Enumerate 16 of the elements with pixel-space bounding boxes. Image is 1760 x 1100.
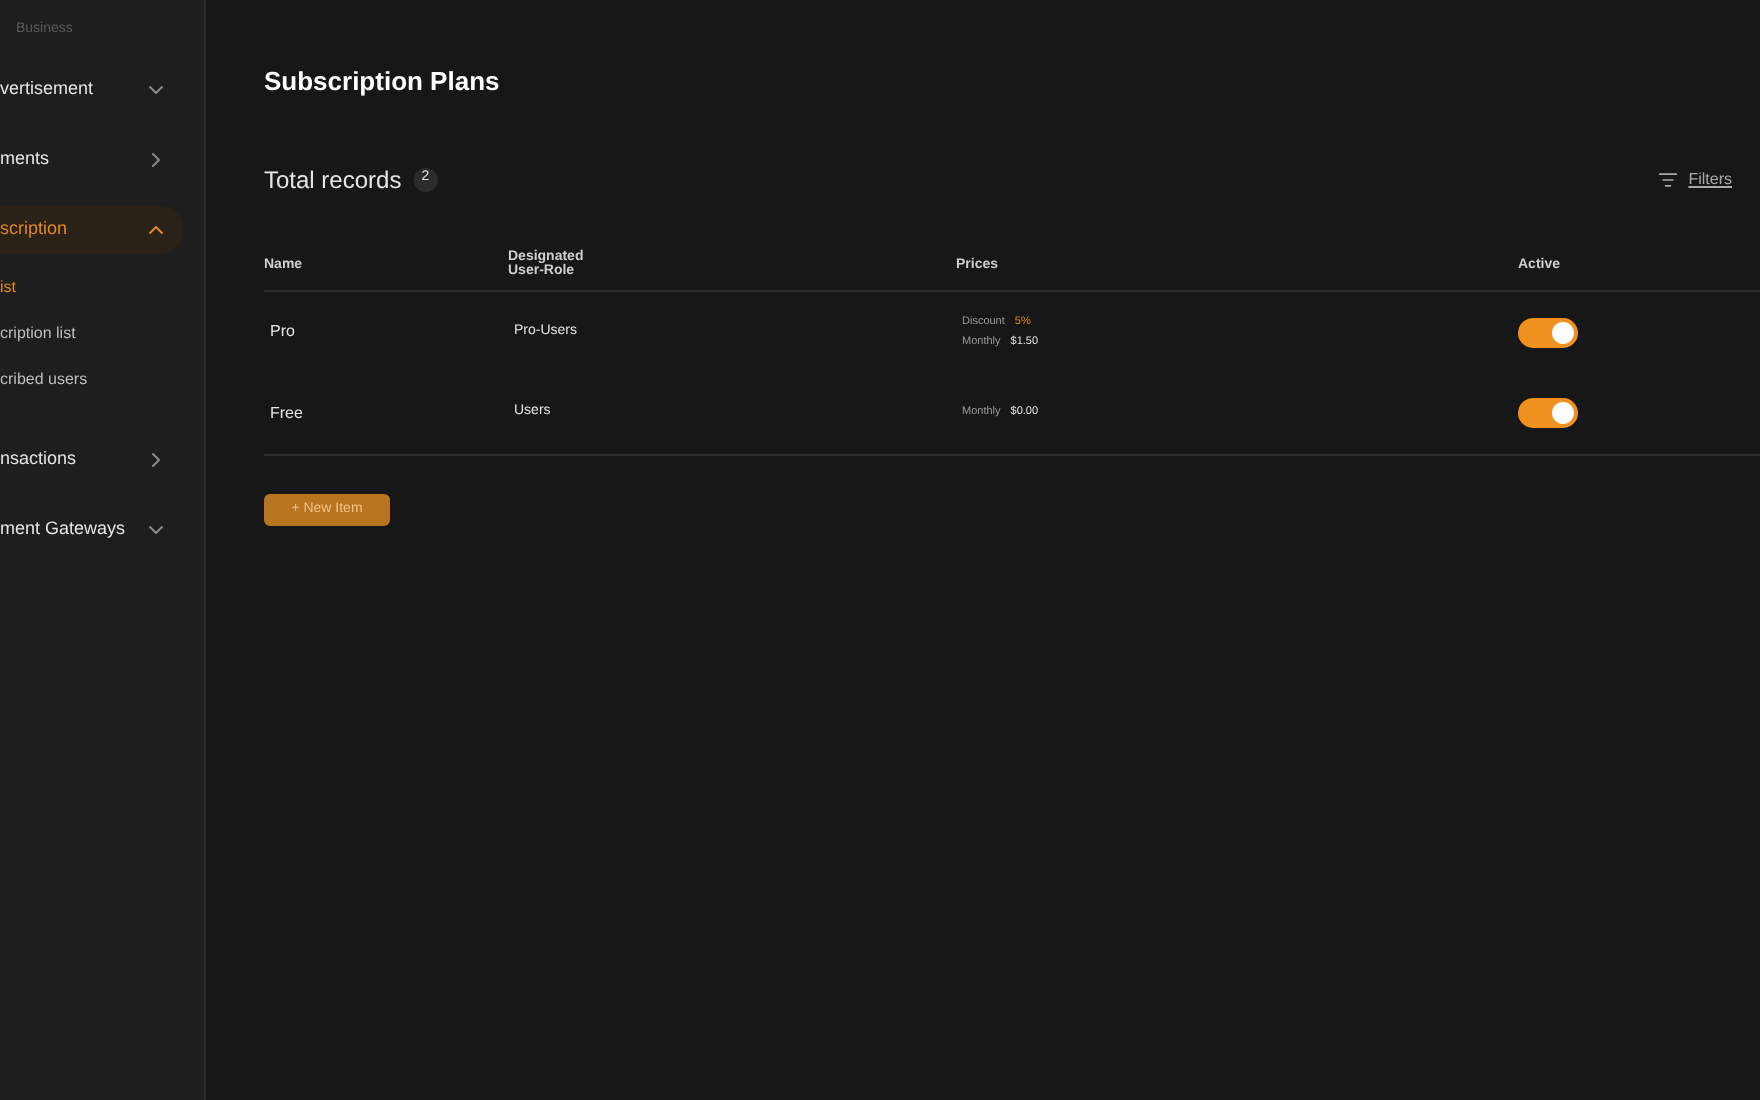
page-title: Subscription Plans (264, 64, 502, 100)
sidebar-item[interactable]: ment Gateways (0, 505, 184, 553)
records-label: Total records (264, 163, 402, 197)
submenu-item[interactable]: cribed users (0, 367, 204, 413)
filter-icon (1658, 169, 1679, 189)
sidebar-item[interactable]: nsactions (0, 435, 184, 483)
sidebar-item[interactable]: vertisement (0, 65, 184, 113)
table-cell-text: Pro (268, 320, 297, 344)
toggle-switch[interactable] (1518, 398, 1578, 428)
table-cell-text: Free (268, 401, 305, 425)
filters-link[interactable]: Filters (1688, 167, 1732, 191)
toggle-switch[interactable] (1518, 317, 1578, 347)
submenu-item[interactable]: ist (0, 275, 204, 321)
submenu-item[interactable]: cription list (0, 321, 204, 367)
sidebar-item[interactable]: ments (0, 135, 184, 183)
sidebar-item[interactable]: scription (0, 205, 184, 253)
